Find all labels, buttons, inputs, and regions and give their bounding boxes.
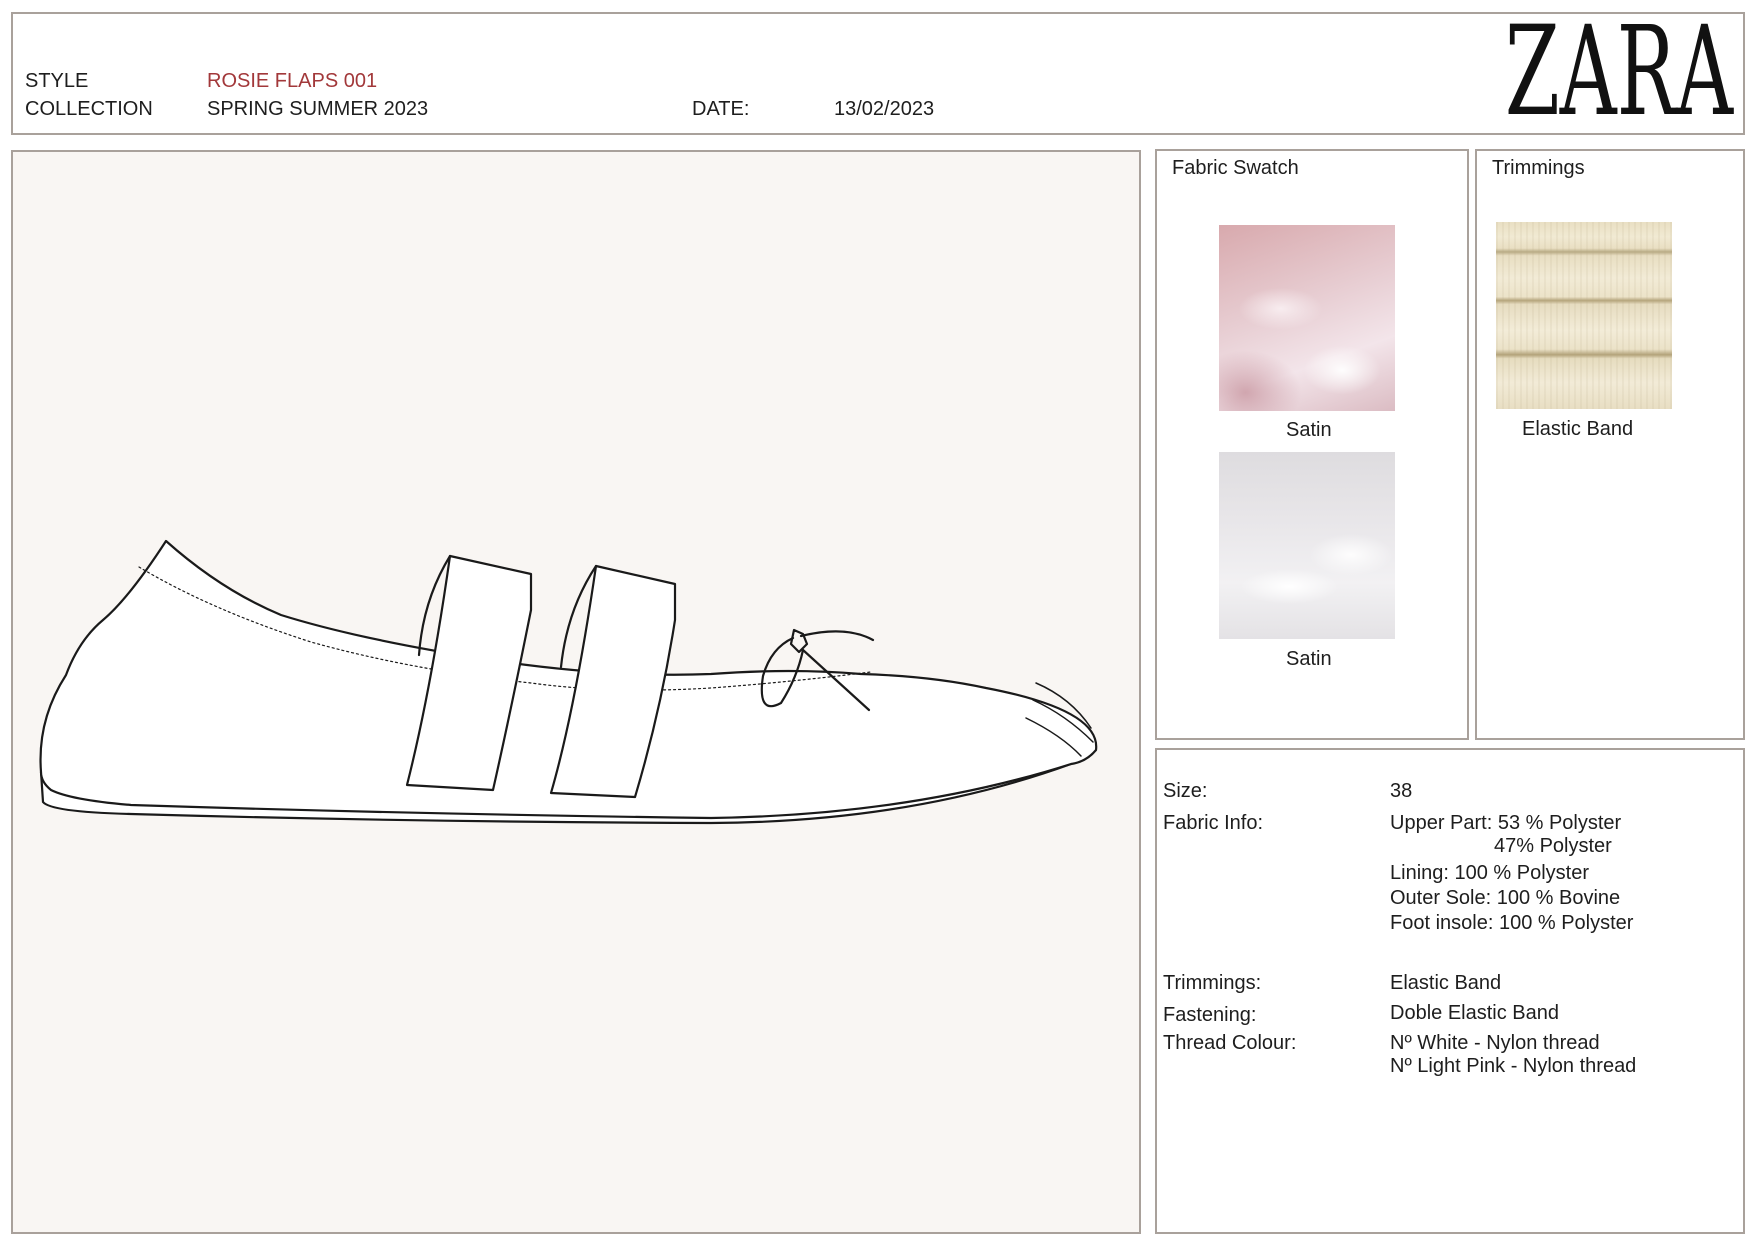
zara-logo-text: ZARA <box>1505 20 1734 120</box>
satin-pink-swatch <box>1219 225 1395 411</box>
thread-colour-line: Nº White - Nylon thread <box>1390 1032 1600 1054</box>
fabric-info-line: Foot insole: 100 % Polyster <box>1390 912 1634 934</box>
elastic-band-label: Elastic Band <box>1522 418 1634 440</box>
satin-white-label: Satin <box>1286 648 1332 670</box>
satin-pink-label: Satin <box>1286 419 1332 441</box>
fastening-label: Fastening: <box>1163 1004 1257 1026</box>
trimmings-value: Elastic Band <box>1390 972 1502 994</box>
collection-value: SPRING SUMMER 2023 <box>207 98 429 120</box>
trimmings-title: Trimmings <box>1492 157 1585 179</box>
bow-ribbon <box>799 630 875 642</box>
trimmings-label: Trimmings: <box>1163 972 1262 994</box>
date-label: DATE: <box>692 98 750 120</box>
size-value: 38 <box>1390 780 1413 802</box>
elastic-band-swatch <box>1496 222 1672 409</box>
satin-white-swatch <box>1219 452 1395 639</box>
fabric-swatch-title: Fabric Swatch <box>1172 157 1299 179</box>
date-value: 13/02/2023 <box>834 98 935 120</box>
thread-colour-line: Nº Light Pink - Nylon thread <box>1390 1055 1637 1077</box>
ballet-flat-illustration <box>39 539 1098 825</box>
zara-logo: ZARA <box>1505 20 1734 120</box>
fabric-info-line: Lining: 100 % Polyster <box>1390 862 1590 884</box>
collection-label: COLLECTION <box>25 98 153 120</box>
bow-knot <box>789 628 809 654</box>
size-label: Size: <box>1163 780 1208 802</box>
style-label: STYLE <box>25 70 89 92</box>
thread-colour-label: Thread Colour: <box>1163 1032 1297 1054</box>
style-value: ROSIE FLAPS 001 <box>207 70 378 92</box>
fastening-value: Doble Elastic Band <box>1390 1002 1559 1024</box>
fabric-info-line: 47% Polyster <box>1494 835 1612 857</box>
fabric-info-line: Upper Part: 53 % Polyster <box>1390 812 1622 834</box>
fabric-info-line: Outer Sole: 100 % Bovine <box>1390 887 1621 909</box>
fabric-info-label: Fabric Info: <box>1163 812 1264 834</box>
